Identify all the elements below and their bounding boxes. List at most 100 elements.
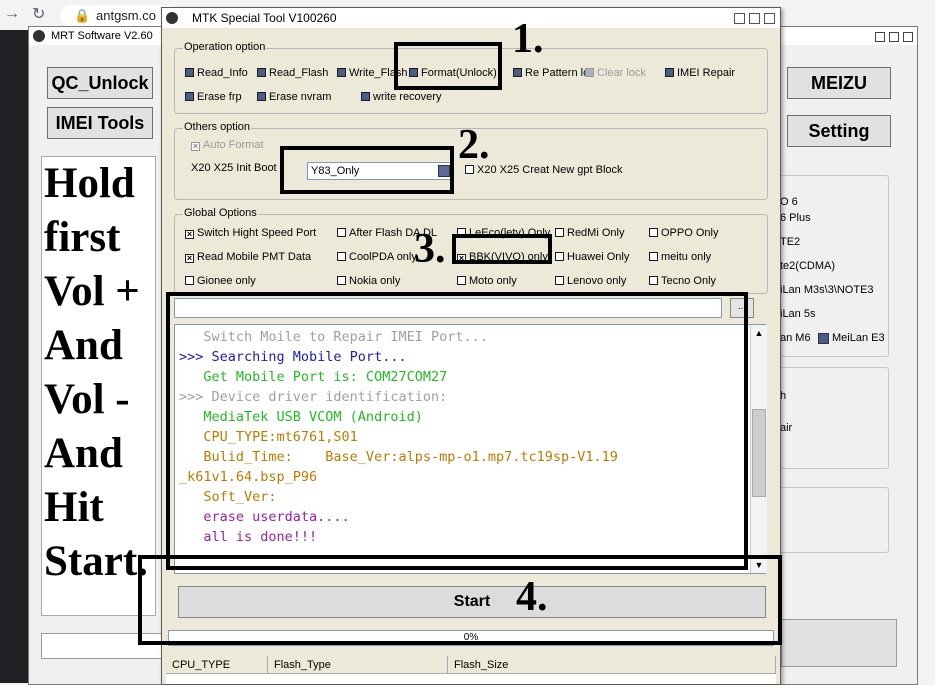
scroll-up-icon[interactable]: ▲ — [751, 325, 767, 341]
option-clear-lock: Clear lock — [585, 67, 646, 79]
column-header-flash-type[interactable]: Flash_Type — [268, 656, 448, 674]
meizu-button[interactable]: MEIZU — [787, 67, 891, 99]
checkbox-icon — [257, 92, 266, 101]
checkbox-icon — [185, 92, 194, 101]
reload-icon[interactable]: ↻ — [32, 4, 45, 24]
option-meitu[interactable]: meitu only — [649, 251, 711, 263]
option-label: air — [780, 422, 793, 434]
model-label: iLan 5s — [780, 308, 816, 320]
app-icon — [166, 12, 178, 24]
highlight-box-format — [394, 42, 502, 90]
option-auto-format: × Auto Format — [191, 139, 264, 151]
option-lenovo[interactable]: Lenovo only — [555, 275, 626, 287]
model-label: TE2 — [780, 236, 801, 248]
close-icon[interactable] — [764, 13, 775, 24]
option-read-flash[interactable]: Read_Flash — [257, 67, 328, 79]
forward-icon[interactable]: → — [4, 5, 20, 23]
highlight-box-bbk-vivo — [452, 234, 552, 264]
app-icon — [33, 30, 45, 42]
log-scrollbar[interactable]: ▲ ▼ — [750, 325, 767, 573]
model-option[interactable]: MeiLan E3 — [818, 332, 885, 344]
checkbox-icon — [185, 68, 194, 77]
checkbox-icon — [649, 228, 658, 237]
option-erase-frp[interactable]: Erase frp — [185, 91, 242, 103]
instruction-line: Hit — [44, 484, 104, 531]
option-switch-speed-port[interactable]: × Switch Hight Speed Port — [185, 227, 316, 239]
checkbox-icon — [185, 276, 194, 285]
init-boot-label: X20 X25 Init Boot — [191, 162, 277, 174]
instruction-panel: Hold first Vol + And Vol - And Hit Start… — [41, 156, 156, 616]
option-gionee[interactable]: Gionee only — [185, 275, 256, 287]
checkbox-icon — [649, 276, 658, 285]
highlight-box-init-boot — [280, 146, 454, 194]
option-oppo[interactable]: OPPO Only — [649, 227, 718, 239]
model-list-frame: O 6 6 Plus TE2 te2(CDMA) iLan M3s\3\NOTE… — [777, 175, 889, 357]
setting-button[interactable]: Setting — [787, 115, 891, 147]
step-label: 2. — [458, 122, 490, 168]
checkbox-icon — [337, 252, 346, 261]
checked-icon: × — [185, 229, 194, 239]
instruction-line: first — [44, 214, 121, 261]
close-icon[interactable] — [903, 32, 913, 42]
column-header-cpu-type[interactable]: CPU_TYPE — [166, 656, 268, 674]
maximize-icon[interactable] — [749, 13, 760, 24]
minimize-icon[interactable] — [734, 13, 745, 24]
scroll-thumb[interactable] — [752, 409, 766, 497]
page-background — [0, 30, 28, 683]
maximize-icon[interactable] — [889, 32, 899, 42]
lock-icon: 🔒 — [74, 8, 91, 23]
info-table: CPU_TYPE Flash_Type Flash_Size — [166, 656, 776, 684]
checked-icon: × — [185, 253, 194, 263]
checkbox-icon — [337, 228, 346, 237]
options-frame: h air — [777, 367, 889, 469]
option-erase-nvram[interactable]: Erase nvram — [257, 91, 331, 103]
column-header-flash-size[interactable]: Flash_Size — [448, 656, 776, 674]
checkbox-icon — [457, 276, 466, 285]
option-re-pattern-lock[interactable]: Re Pattern lock — [513, 67, 585, 79]
checkbox-icon — [665, 68, 674, 77]
checkbox-icon — [337, 68, 346, 77]
step-label: 4. — [516, 574, 548, 620]
option-moto[interactable]: Moto only — [457, 275, 517, 287]
model-label: te2(CDMA) — [780, 260, 836, 272]
instruction-line: Vol - — [44, 376, 130, 423]
option-read-pmt[interactable]: × Read Mobile PMT Data — [185, 251, 311, 263]
imei-tools-button[interactable]: IMEI Tools — [47, 107, 153, 139]
url-text: antgsm.co — [96, 8, 156, 23]
option-tecno[interactable]: Tecno Only — [649, 275, 716, 287]
minimize-icon[interactable] — [875, 32, 885, 42]
option-coolpda[interactable]: CoolPDA only — [337, 251, 417, 263]
option-imei-repair[interactable]: IMEI Repair — [665, 67, 735, 79]
checkbox-icon — [555, 276, 564, 285]
highlight-box-start — [138, 555, 782, 645]
checkbox-icon — [257, 68, 266, 77]
checkbox-icon — [513, 68, 522, 77]
option-read-info[interactable]: Read_Info — [185, 67, 248, 79]
checkbox-icon — [649, 252, 658, 261]
mrt-side-button[interactable] — [781, 619, 897, 667]
instruction-line: Hold — [44, 160, 135, 207]
checkbox-icon — [337, 276, 346, 285]
checkbox-icon — [555, 228, 564, 237]
option-redmi[interactable]: RedMi Only — [555, 227, 624, 239]
operation-group-label: Operation option — [183, 41, 267, 53]
step-label: 3. — [414, 226, 446, 272]
option-write-recovery[interactable]: write recovery — [361, 91, 441, 103]
checkbox-icon — [818, 332, 829, 344]
others-group-label: Others option — [183, 121, 252, 133]
checkbox-icon — [361, 92, 370, 101]
step-label: 1. — [512, 16, 544, 62]
checked-icon: × — [191, 141, 200, 151]
model-label: 6 Plus — [780, 212, 811, 224]
option-nokia[interactable]: Nokia only — [337, 275, 400, 287]
model-label: an M6 — [780, 332, 811, 344]
model-label: O 6 — [780, 196, 798, 208]
checkbox-icon — [555, 252, 564, 261]
mtk-title-bar: MTK Special Tool V100260 — [162, 8, 780, 28]
instruction-line: And — [44, 430, 123, 477]
qc-unlock-button[interactable]: QC_Unlock — [47, 67, 153, 99]
option-huawei[interactable]: Huawei Only — [555, 251, 629, 263]
highlight-box-log — [166, 292, 748, 570]
model-label: iLan M3s\3\NOTE3 — [780, 284, 874, 296]
extra-frame — [777, 487, 889, 553]
